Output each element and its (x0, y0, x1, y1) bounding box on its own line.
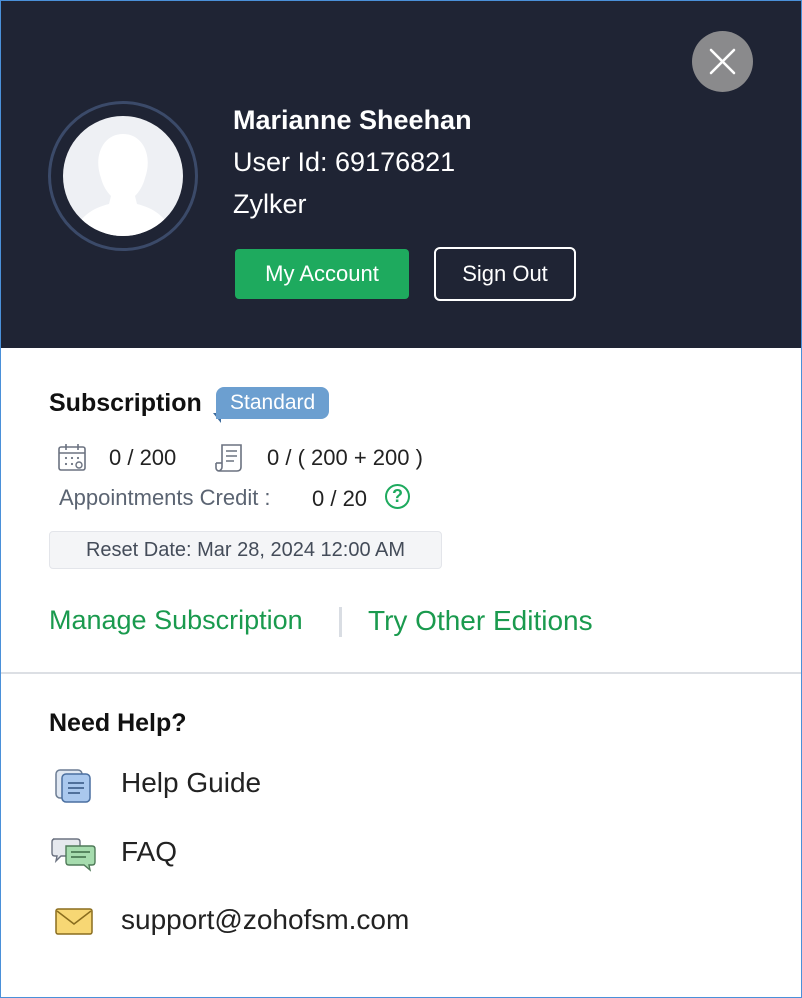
help-guide-icon (55, 769, 95, 812)
profile-panel: Marianne Sheehan User Id: 69176821 Zylke… (0, 0, 802, 998)
need-help-title: Need Help? (49, 709, 187, 737)
support-email-label: support@zohofsm.com (121, 904, 410, 935)
reset-date: Reset Date: Mar 28, 2024 12:00 AM (49, 531, 442, 569)
user-name: Marianne Sheehan (233, 105, 472, 135)
section-divider (1, 672, 801, 674)
mail-icon (55, 908, 93, 943)
usage-appointments-value: 0 / 200 (109, 445, 177, 470)
profile-header: Marianne Sheehan User Id: 69176821 Zylke… (1, 1, 801, 348)
document-icon (215, 443, 245, 478)
organization-name: Zylker (233, 189, 307, 219)
usage-records-value: 0 / ( 200 + 200 ) (267, 445, 423, 470)
link-separator (339, 607, 342, 637)
question-icon[interactable]: ? (385, 484, 410, 509)
avatar-silhouette-icon (63, 116, 183, 236)
edition-badge: Standard (216, 387, 330, 419)
user-id: User Id: 69176821 (233, 147, 456, 177)
my-account-button[interactable]: My Account (235, 249, 409, 299)
help-guide-label: Help Guide (121, 767, 262, 798)
avatar (48, 101, 198, 251)
faq-label: FAQ (121, 836, 178, 867)
calendar-icon (57, 443, 89, 478)
try-other-editions-link[interactable]: Try Other Editions (368, 605, 593, 637)
faq-icon (51, 836, 97, 879)
sign-out-button[interactable]: Sign Out (434, 247, 576, 301)
appointments-credit-value: 0 / 20 (312, 486, 368, 511)
close-icon[interactable] (709, 48, 736, 75)
close-button[interactable] (692, 31, 753, 92)
appointments-credit-label: Appointments Credit : (59, 485, 271, 510)
manage-subscription-link[interactable]: Manage Subscription (49, 605, 303, 636)
subscription-title: Subscription (49, 389, 202, 417)
